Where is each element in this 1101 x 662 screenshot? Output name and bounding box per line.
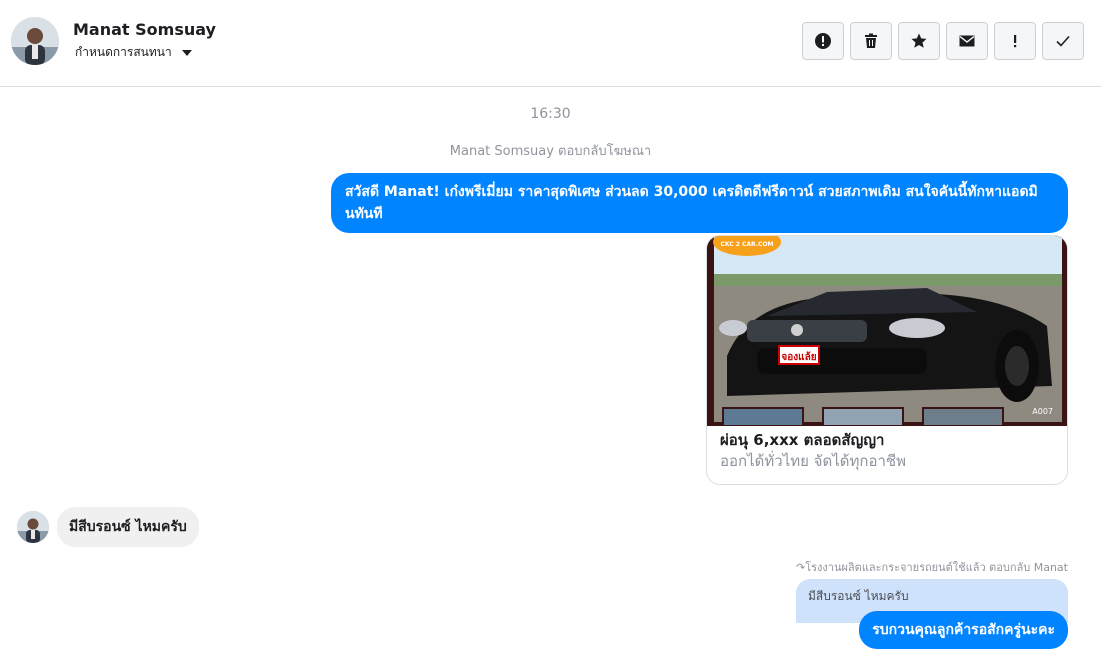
card-subtitle: ออกได้ทั่วไทย จัดได้ทุกอาชีพ [720, 452, 906, 470]
message-timestamp: 16:30 [530, 106, 571, 122]
delete-button[interactable] [850, 22, 892, 60]
reply-arrow-icon: ↷ [796, 561, 806, 574]
incoming-message[interactable]: มีสีบรอนซ์ ไหมครับ [57, 507, 199, 547]
logo-text: CKC 2 CAR.COM [720, 241, 773, 248]
inbox-conversation: Manat Somsuay กำหนดการสนทนา 16:30 Manat … [0, 0, 1101, 662]
mark-unread-button[interactable] [946, 22, 988, 60]
incoming-message-row: มีสีบรอนซ์ ไหมครับ [17, 507, 199, 547]
conversation-toolbar [802, 22, 1084, 60]
checkmark-icon [1056, 35, 1070, 47]
important-button[interactable] [994, 22, 1036, 60]
ad-card[interactable]: จองแล้ย CKC 2 CAR.COM A007 ผ่อนุ 6,xxx ต… [706, 235, 1068, 485]
exclamation-icon [1014, 35, 1017, 48]
envelope-icon [959, 35, 975, 47]
reply-meta: ↷โรงงานผลิตและกระจายรถยนต์ใช้แล้ว ตอบกลั… [796, 558, 1068, 576]
spam-button[interactable] [802, 22, 844, 60]
avatar[interactable] [11, 17, 59, 65]
conversation-status-label: กำหนดการสนทนา [75, 45, 172, 59]
plate-text: จองแล้ย [781, 351, 816, 363]
message-thread[interactable]: 16:30 Manat Somsuay ตอบกลับโฆษณา สวัสดี … [0, 88, 1101, 662]
ad-reply-meta: Manat Somsuay ตอบกลับโฆษณา [449, 144, 652, 159]
outgoing-message[interactable]: สวัสดี Manat! เก๋งพรีเมี่ยม ราคาสุดพิเศษ… [331, 173, 1068, 233]
star-button[interactable] [898, 22, 940, 60]
reply-meta-text: โรงงานผลิตและกระจายรถยนต์ใช้แล้ว ตอบกลับ… [805, 561, 1068, 574]
caret-down-icon [181, 49, 192, 56]
avatar[interactable] [17, 511, 49, 543]
car-image[interactable]: จองแล้ย CKC 2 CAR.COM A007 [707, 236, 1067, 427]
image-code: A007 [1032, 407, 1053, 416]
contact-name[interactable]: Manat Somsuay [73, 20, 216, 39]
done-button[interactable] [1042, 22, 1084, 60]
trash-icon [865, 33, 877, 48]
conversation-status-dropdown[interactable]: กำหนดการสนทนา [75, 43, 192, 62]
outgoing-reply-message[interactable]: รบกวนคุณลูกค้ารอสักครู่นะคะ [859, 611, 1068, 649]
alert-circle-icon [815, 33, 831, 49]
star-icon [911, 33, 927, 48]
conversation-header: Manat Somsuay กำหนดการสนทนา [0, 0, 1101, 87]
